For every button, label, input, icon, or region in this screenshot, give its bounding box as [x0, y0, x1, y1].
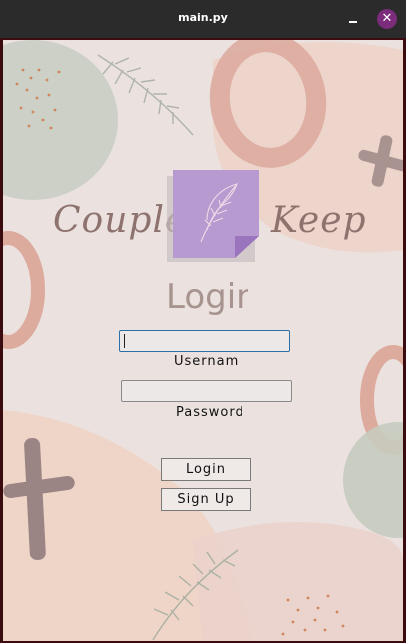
username-label: Username [174, 354, 240, 369]
login-button[interactable]: Login [161, 458, 251, 481]
feather-note-icon [167, 170, 259, 262]
minimize-button[interactable] [345, 12, 361, 28]
password-label: Password [176, 405, 242, 420]
brand-name-right: Keep [271, 200, 367, 241]
text-cursor [124, 334, 125, 348]
login-heading: Login [166, 277, 248, 317]
password-input[interactable] [121, 380, 292, 402]
username-input[interactable] [119, 330, 290, 352]
window-border: Couple Keep Login Username Password Logi… [0, 38, 406, 643]
login-canvas: Couple Keep Login Username Password Logi… [3, 40, 403, 641]
app-window: main.py ✕ Couple Keep Login Usernam Pass… [0, 0, 406, 643]
close-button[interactable]: ✕ [377, 9, 397, 29]
sign-up-button[interactable]: Sign Up [161, 488, 251, 511]
title-bar[interactable]: main.py ✕ [0, 0, 406, 38]
